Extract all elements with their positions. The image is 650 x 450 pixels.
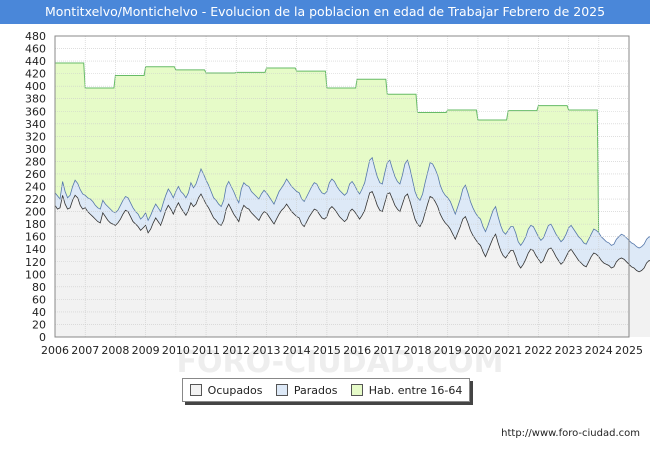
- y-tick-label: 100: [25, 268, 46, 281]
- y-tick-label: 80: [32, 281, 46, 294]
- y-tick-label: 340: [25, 118, 46, 131]
- x-tick-label: 2016: [343, 344, 371, 357]
- x-tick-label: 2022: [524, 344, 552, 357]
- legend-swatch-parados: [275, 384, 288, 396]
- legend-label-hab: Hab. entre 16-64: [368, 383, 463, 397]
- y-tick-label: 120: [25, 256, 46, 269]
- x-tick-label: 2009: [132, 344, 160, 357]
- legend-swatch-ocupados: [189, 384, 202, 396]
- x-tick-label: 2013: [252, 344, 280, 357]
- y-tick-label: 140: [25, 243, 46, 256]
- x-tick-label: 2017: [373, 344, 401, 357]
- y-tick-label: 60: [32, 293, 46, 306]
- y-tick-label: 440: [25, 55, 46, 68]
- x-tick-label: 2023: [555, 344, 583, 357]
- y-tick-label: 20: [32, 318, 46, 331]
- y-tick-label: 160: [25, 231, 46, 244]
- x-tick-label: 2010: [162, 344, 190, 357]
- x-tick-label: 2012: [222, 344, 250, 357]
- x-tick-label: 2019: [434, 344, 462, 357]
- legend: Ocupados Parados Hab. entre 16-64: [182, 378, 470, 402]
- legend-label-parados: Parados: [293, 383, 338, 397]
- x-tick-label: 2024: [585, 344, 613, 357]
- x-tick-label: 2014: [283, 344, 311, 357]
- y-tick-label: 320: [25, 130, 46, 143]
- y-tick-label: 200: [25, 206, 46, 219]
- y-tick-label: 360: [25, 105, 46, 118]
- y-tick-label: 240: [25, 181, 46, 194]
- x-tick-label: 2025: [615, 344, 643, 357]
- y-tick-label: 220: [25, 193, 46, 206]
- source-url: http://www.foro-ciudad.com: [501, 428, 640, 439]
- y-tick-label: 40: [32, 306, 46, 319]
- x-tick-label: 2006: [41, 344, 69, 357]
- legend-item-parados: Parados: [275, 383, 338, 397]
- legend-swatch-hab: [350, 384, 363, 396]
- x-tick-label: 2021: [494, 344, 522, 357]
- y-tick-label: 180: [25, 218, 46, 231]
- y-tick-label: 480: [25, 30, 46, 43]
- x-tick-label: 2011: [192, 344, 220, 357]
- y-tick-label: 400: [25, 80, 46, 93]
- x-tick-label: 2020: [464, 344, 492, 357]
- x-tick-label: 2008: [101, 344, 129, 357]
- legend-item-hab: Hab. entre 16-64: [350, 383, 463, 397]
- y-tick-label: 380: [25, 93, 46, 106]
- x-tick-label: 2007: [71, 344, 99, 357]
- x-tick-label: 2018: [404, 344, 432, 357]
- y-tick-label: 460: [25, 43, 46, 56]
- x-tick-label: 2015: [313, 344, 341, 357]
- y-tick-label: 260: [25, 168, 46, 181]
- y-tick-label: 0: [39, 331, 46, 344]
- y-tick-label: 300: [25, 143, 46, 156]
- y-tick-label: 420: [25, 68, 46, 81]
- legend-label-ocupados: Ocupados: [207, 383, 263, 397]
- legend-item-ocupados: Ocupados: [189, 383, 263, 397]
- y-tick-label: 280: [25, 155, 46, 168]
